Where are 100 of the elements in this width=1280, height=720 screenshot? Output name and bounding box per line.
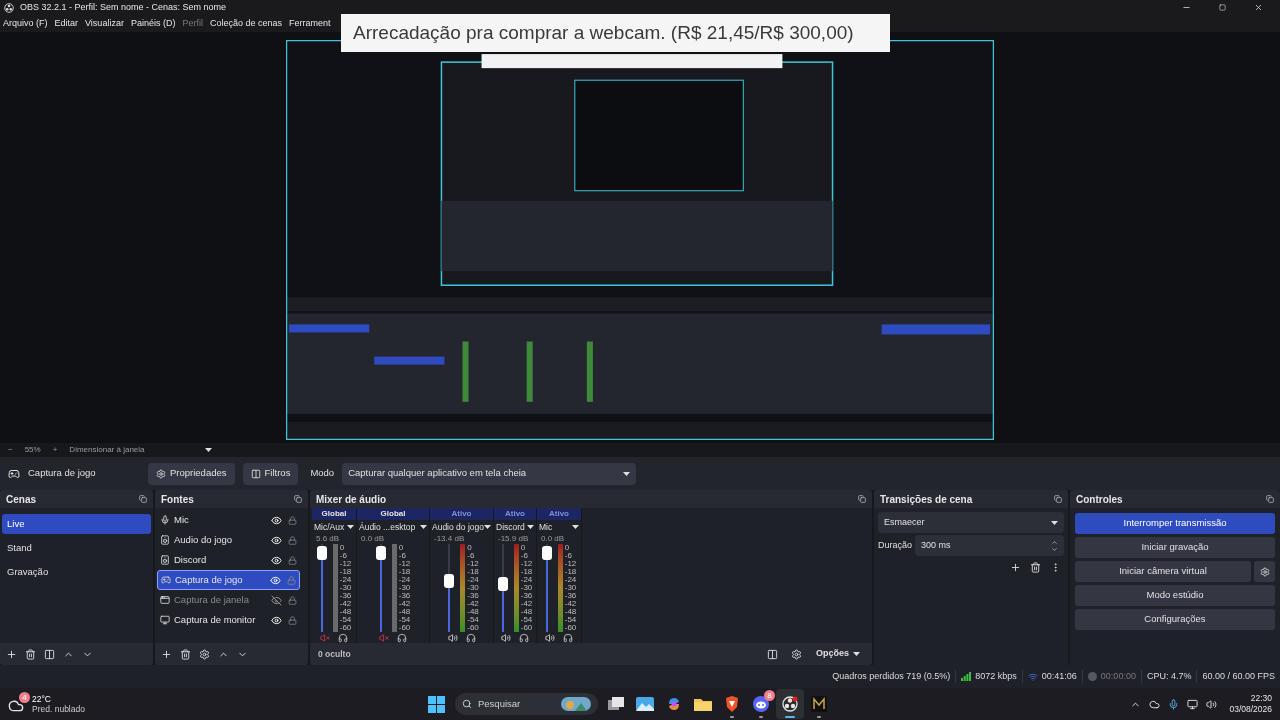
meter-scale-label: -48 [398, 608, 411, 616]
window-title: OBS 32.2.1 - Perfil: Sem nome - Cenas: Sem nome [20, 0, 227, 14]
channel-badge: Ativo [430, 508, 493, 520]
meter-scale-label: -18 [398, 568, 411, 576]
meter-scale-label: -6 [398, 552, 407, 560]
meter-scale-label: 0 [398, 544, 405, 552]
capture-mode-dropdown[interactable]: Capturar qualquer aplicativo em tela cheia [342, 462, 637, 485]
meter-scale-label: -48 [467, 608, 479, 616]
notification-badge: 4 [19, 692, 30, 703]
dock-title: Mixer de áudio [316, 492, 386, 507]
meter-scale-label: -6 [467, 552, 476, 560]
control-button[interactable]: Configurações [1075, 609, 1275, 630]
meter-scale-label: -54 [564, 616, 577, 624]
channel-name-dropdown[interactable]: Mic [537, 520, 581, 534]
scene-item[interactable]: Live [2, 514, 151, 535]
channel-name-dropdown[interactable]: Mic/Aux [312, 520, 356, 534]
dropped-frames: Quadros perdidos 719 (0.5%) [827, 669, 957, 684]
volume-reading: -15.9 dB [497, 534, 530, 544]
volume-reading: 5.6 dB [315, 534, 341, 544]
source-item[interactable]: Captura de jogo [157, 570, 300, 590]
volume-reading: 0.0 dB [360, 534, 386, 544]
source-name: Captura de monitor [174, 612, 257, 627]
meter-scale-label: -36 [564, 592, 577, 600]
meter-scale-label: -60 [520, 624, 533, 632]
meter-scale-label: -12 [398, 560, 411, 568]
options-button[interactable]: Opções [812, 647, 864, 661]
filters-button[interactable]: Filtros [242, 462, 299, 485]
meter-scale-label: 0 [564, 544, 571, 552]
control-button[interactable]: Iniciar gravação [1075, 537, 1275, 558]
meter-scale-label: -60 [398, 624, 411, 632]
meter-scale-label: -30 [467, 584, 479, 592]
mode-label: Modo [310, 466, 335, 481]
duration-field[interactable]: 300 ms [915, 535, 1064, 556]
meter-scale-label: -54 [339, 616, 352, 624]
properties-button[interactable]: Propriedades [148, 462, 235, 485]
source-name: Captura de jogo [175, 572, 244, 587]
meter-scale-label: -24 [564, 576, 577, 584]
scene-item[interactable]: Gravação [2, 562, 151, 583]
menu-item[interactable]: Editar [54, 16, 79, 31]
source-item[interactable]: Audio do jogo [157, 530, 300, 550]
scene-item[interactable]: Stand [2, 538, 151, 559]
channel-name-dropdown[interactable]: Áudio ...esktop [357, 520, 429, 534]
meter-scale-label: -18 [467, 568, 479, 576]
menu-item[interactable]: Coleção de cenas [209, 16, 282, 31]
cpu-usage: CPU: 4.7% [1141, 669, 1198, 684]
menu-item[interactable]: Arquivo (F) [3, 16, 48, 31]
meter-scale-label: -12 [520, 560, 533, 568]
zoom-in-button[interactable]: + [52, 444, 58, 456]
meter-scale-label: -54 [398, 616, 411, 624]
meter-scale-label: -60 [564, 624, 577, 632]
source-item[interactable]: Mic [157, 510, 300, 530]
scale-mode-dropdown[interactable]: Dimensionar à janela [69, 444, 212, 456]
source-name: Mic [174, 512, 190, 527]
control-button[interactable]: Iniciar câmera virtual [1075, 561, 1251, 582]
source-item[interactable]: Discord [157, 550, 300, 570]
weather-description: Pred. nublado [32, 704, 85, 714]
record-time: 00:00:00 [1100, 669, 1136, 683]
channel-name-dropdown[interactable]: Discord [494, 520, 536, 534]
meter-scale-label: -24 [467, 576, 479, 584]
clock-time[interactable]: 22:30 [1250, 693, 1272, 704]
meter-scale-label: -60 [467, 624, 479, 632]
menu-item[interactable]: Painéis (D) [130, 16, 176, 31]
zoom-out-button[interactable]: − [8, 444, 13, 456]
meter-scale-label: -6 [520, 552, 529, 560]
channel-badge: Ativo [537, 508, 581, 520]
meter-scale-label: -36 [339, 592, 352, 600]
dock-title: Cenas [6, 492, 36, 507]
meter-scale-label: -12 [339, 560, 352, 568]
weather-temperature: 22°C [32, 694, 52, 704]
dock-title: Controles [1076, 492, 1123, 507]
stream-time: 00:41:06 [1041, 669, 1077, 683]
meter-scale-label: -42 [564, 600, 577, 608]
hidden-count: 0 oculto [318, 647, 351, 661]
search-field[interactable]: Pesquisar [455, 693, 598, 715]
meter-scale-label: -30 [564, 584, 577, 592]
menu-item[interactable]: Ferrament [289, 16, 331, 31]
meter-scale-label: 0 [339, 544, 346, 552]
source-name: Captura de janela [174, 592, 250, 607]
source-item[interactable]: Captura de janela [157, 590, 300, 610]
meter-scale-label: -12 [564, 560, 577, 568]
meter-scale-label: 0 [467, 544, 473, 552]
menu-item[interactable]: Visualizar [85, 16, 124, 31]
source-item[interactable]: Captura de monitor [157, 610, 300, 630]
channel-name-dropdown[interactable]: Audio do jogo [430, 520, 493, 534]
frame-rate: 60.00 / 60.00 FPS [1201, 669, 1276, 683]
transition-dropdown[interactable]: Esmaecer [878, 512, 1064, 533]
meter-scale-label: -36 [398, 592, 411, 600]
meter-scale-label: -42 [398, 600, 411, 608]
clock-date[interactable]: 03/08/2026 [1229, 704, 1272, 715]
meter-scale-label: -42 [339, 600, 352, 608]
donation-banner: Arrecadação pra comprar a webcam. (R$ 21,45/R$ 300,00) [341, 14, 890, 52]
control-button[interactable]: Interromper transmissão [1075, 513, 1275, 534]
bitrate: 8072 kbps [975, 669, 1017, 683]
meter-scale-label: -6 [564, 552, 573, 560]
volume-reading: -13.4 dB [433, 534, 466, 544]
meter-scale-label: -48 [520, 608, 533, 616]
meter-scale-label: -36 [520, 592, 533, 600]
channel-badge: Global [357, 508, 429, 520]
control-button[interactable]: Modo estúdio [1075, 585, 1275, 606]
meter-scale-label: -30 [398, 584, 411, 592]
